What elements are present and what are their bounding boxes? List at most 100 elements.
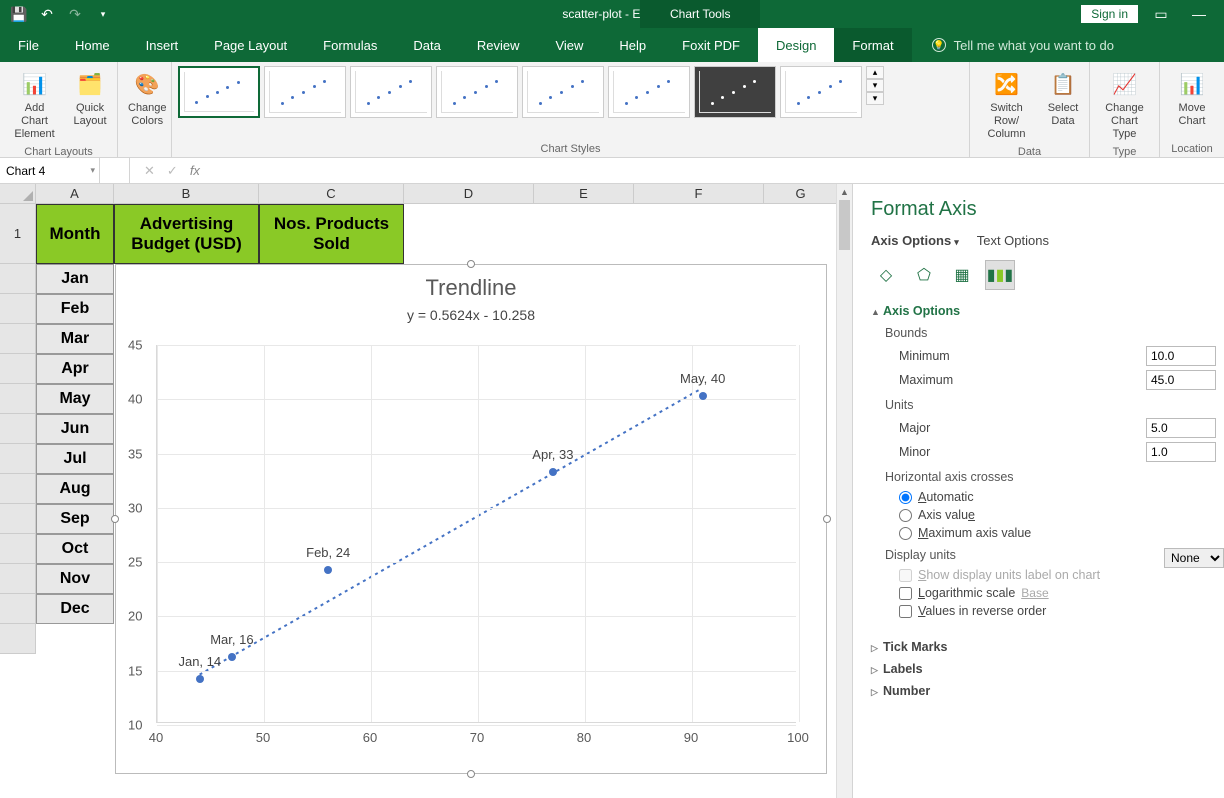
point-label-feb[interactable]: Feb, 24 — [306, 545, 350, 560]
sign-in-button[interactable]: Sign in — [1081, 5, 1138, 23]
reverse-order-check[interactable]: Values in reverse order — [899, 604, 1224, 618]
col-header-D[interactable]: D — [404, 184, 534, 203]
row-header-12[interactable] — [0, 564, 35, 594]
qat-customize-icon[interactable]: ▾ — [92, 3, 114, 25]
automatic-radio[interactable]: Automatic — [899, 490, 1224, 504]
point-feb[interactable] — [324, 566, 332, 574]
vertical-scrollbar[interactable]: ▲ — [836, 184, 852, 798]
maximum-input[interactable] — [1146, 370, 1216, 390]
row-header-11[interactable] — [0, 534, 35, 564]
chart-style-6[interactable] — [608, 66, 690, 118]
style-scroll-2[interactable]: ▾ — [866, 92, 884, 105]
row-header-5[interactable] — [0, 354, 35, 384]
tell-me[interactable]: 💡 Tell me what you want to do — [912, 28, 1114, 62]
col-header-G[interactable]: G — [764, 184, 838, 203]
month-cell-dec[interactable]: Dec — [36, 594, 114, 624]
month-cell-nov[interactable]: Nov — [36, 564, 114, 594]
log-scale-check[interactable]: Logarithmic scaleBase — [899, 586, 1224, 600]
move-chart-button[interactable]: 📊 Move Chart — [1166, 66, 1218, 130]
point-mar[interactable] — [228, 653, 236, 661]
col-header-B[interactable]: B — [114, 184, 259, 203]
enter-icon[interactable]: ✓ — [167, 163, 178, 179]
tab-formulas[interactable]: Formulas — [305, 28, 395, 62]
row-header-8[interactable] — [0, 444, 35, 474]
redo-icon[interactable]: ↷ — [64, 3, 86, 25]
header-cell-B[interactable]: Advertising Budget (USD) — [114, 204, 259, 264]
tab-home[interactable]: Home — [57, 28, 128, 62]
chart-handle-n[interactable] — [467, 260, 475, 268]
chart-style-3[interactable] — [350, 66, 432, 118]
save-icon[interactable]: 💾 — [8, 3, 30, 25]
ribbon-options-icon[interactable]: ▭ — [1146, 6, 1176, 23]
scroll-thumb[interactable] — [839, 200, 850, 250]
minimum-input[interactable] — [1146, 346, 1216, 366]
minimize-icon[interactable]: — — [1184, 6, 1214, 22]
chart-style-2[interactable] — [264, 66, 346, 118]
switch-row-col-button[interactable]: 🔀 Switch Row/ Column — [976, 66, 1037, 144]
row-header-3[interactable] — [0, 294, 35, 324]
month-cell-sep[interactable]: Sep — [36, 504, 114, 534]
axis-options-tab[interactable]: Axis Options▾ — [871, 233, 959, 248]
tab-insert[interactable]: Insert — [128, 28, 197, 62]
size-props-icon[interactable]: ▦ — [947, 260, 977, 290]
tick-marks-section[interactable]: ▷Tick Marks — [871, 640, 1224, 654]
axis-value-radio[interactable]: Axis value — [899, 508, 1224, 522]
effects-icon[interactable]: ⬠ — [909, 260, 939, 290]
tab-file[interactable]: File — [0, 28, 57, 62]
month-cell-aug[interactable]: Aug — [36, 474, 114, 504]
chart-style-5[interactable] — [522, 66, 604, 118]
minor-input[interactable] — [1146, 442, 1216, 462]
name-box[interactable]: Chart 4 ▾ — [0, 158, 100, 183]
add-chart-element-button[interactable]: 📊 Add Chart Element — [6, 66, 63, 144]
cancel-icon[interactable]: ✕ — [144, 163, 155, 179]
col-header-A[interactable]: A — [36, 184, 114, 203]
point-label-apr[interactable]: Apr, 33 — [532, 447, 573, 462]
point-label-may[interactable]: May, 40 — [680, 371, 725, 386]
row-header-7[interactable] — [0, 414, 35, 444]
chart-handle-s[interactable] — [467, 770, 475, 778]
axis-options-icon[interactable]: ▮▮▮ — [985, 260, 1015, 290]
point-label-jan[interactable]: Jan, 14 — [178, 654, 221, 669]
row-header-9[interactable] — [0, 474, 35, 504]
formula-input[interactable] — [214, 158, 1224, 183]
trendline-equation[interactable]: y = 0.5624x - 10.258 — [116, 301, 826, 323]
chart-style-1[interactable] — [178, 66, 260, 118]
col-header-E[interactable]: E — [534, 184, 634, 203]
point-apr[interactable] — [549, 468, 557, 476]
labels-section[interactable]: ▷Labels — [871, 662, 1224, 676]
row-header-10[interactable] — [0, 504, 35, 534]
max-axis-value-radio[interactable]: Maximum axis value — [899, 526, 1224, 540]
tab-format[interactable]: Format — [834, 28, 911, 62]
select-all-corner[interactable] — [0, 184, 36, 204]
style-scroll-0[interactable]: ▴ — [866, 66, 884, 79]
worksheet[interactable]: ABCDEFG 1 MonthAdvertising Budget (USD)N… — [0, 184, 852, 798]
trendline[interactable] — [157, 345, 796, 723]
row-header-13[interactable] — [0, 594, 35, 624]
chart-object[interactable]: Trendline y = 0.5624x - 10.258 Jan, 14 Fe… — [115, 264, 827, 774]
month-cell-jun[interactable]: Jun — [36, 414, 114, 444]
month-cell-feb[interactable]: Feb — [36, 294, 114, 324]
month-cell-jan[interactable]: Jan — [36, 264, 114, 294]
chart-style-4[interactable] — [436, 66, 518, 118]
chart-handle-w[interactable] — [111, 515, 119, 523]
text-options-tab[interactable]: Text Options — [977, 233, 1049, 248]
point-label-mar[interactable]: Mar, 16 — [210, 632, 253, 647]
tab-view[interactable]: View — [537, 28, 601, 62]
undo-icon[interactable]: ↶ — [36, 3, 58, 25]
change-colors-button[interactable]: 🎨 Change Colors — [124, 66, 171, 130]
chart-title[interactable]: Trendline — [116, 265, 826, 301]
chart-style-8[interactable] — [780, 66, 862, 118]
month-cell-may[interactable]: May — [36, 384, 114, 414]
fill-line-icon[interactable]: ◇ — [871, 260, 901, 290]
chart-handle-e[interactable] — [823, 515, 831, 523]
axis-options-section[interactable]: ▲Axis Options — [871, 304, 1224, 318]
row-header-6[interactable] — [0, 384, 35, 414]
select-data-button[interactable]: 📋 Select Data — [1043, 66, 1083, 130]
tab-design[interactable]: Design — [758, 28, 834, 62]
change-chart-type-button[interactable]: 📈 Change Chart Type — [1096, 66, 1153, 144]
point-jan[interactable] — [196, 675, 204, 683]
tab-page-layout[interactable]: Page Layout — [196, 28, 305, 62]
chart-style-7[interactable] — [694, 66, 776, 118]
row-header-2[interactable] — [0, 264, 35, 294]
style-scroll-1[interactable]: ▾ — [866, 79, 884, 92]
